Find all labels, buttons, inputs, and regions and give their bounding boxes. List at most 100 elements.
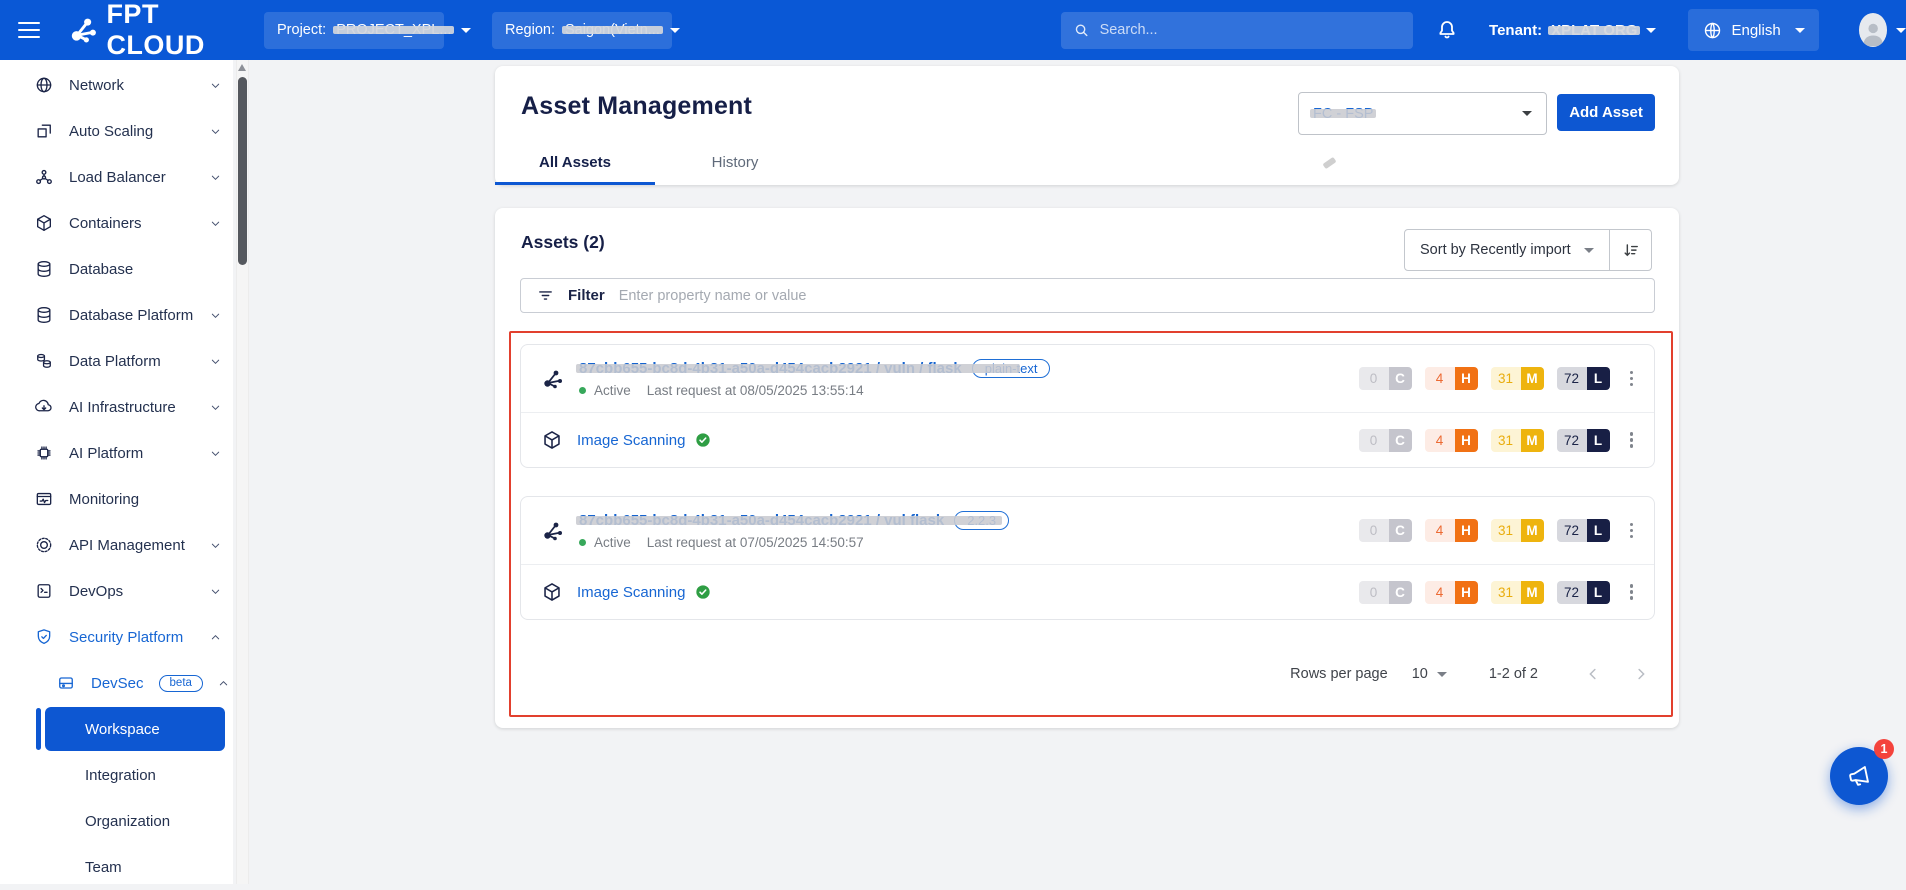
high-severity-chip: 4H xyxy=(1425,519,1478,542)
chevron-down-icon xyxy=(1437,672,1447,677)
megaphone-icon xyxy=(1845,762,1873,790)
rows-per-page-select[interactable]: 10 xyxy=(1412,666,1447,682)
sort-control: Sort by Recently import xyxy=(1404,229,1652,271)
sidebar-item-database[interactable]: Database xyxy=(0,246,233,292)
sidebar-item-data-platform[interactable]: Data Platform xyxy=(0,338,233,384)
chevron-down-icon xyxy=(1646,28,1656,33)
notification-bell-icon[interactable] xyxy=(1435,18,1459,42)
asset-group: 87cbb655-bc8d-4b31-a50a-d454cacb2921 / v… xyxy=(520,344,1655,468)
scrollbar-up-arrow[interactable] xyxy=(238,64,246,71)
language-label: English xyxy=(1731,22,1780,39)
tab-all-assets[interactable]: All Assets xyxy=(495,140,655,185)
scope-select[interactable]: FC - FSP xyxy=(1298,92,1547,135)
search-input[interactable] xyxy=(1100,22,1401,38)
molecule-logo-icon xyxy=(68,11,99,49)
last-request-label: Last request at 08/05/2025 13:55:14 xyxy=(647,383,864,398)
severity-chips: 0C 4H 31M 72L xyxy=(1359,429,1610,452)
sidebar-item-monitoring[interactable]: Monitoring xyxy=(0,476,233,522)
sidebar-item-api-management[interactable]: API Management xyxy=(0,522,233,568)
severity-chips: 0C 4H 31M 72L xyxy=(1359,367,1610,390)
sort-direction-button[interactable] xyxy=(1609,230,1651,270)
check-circle-icon xyxy=(695,584,711,600)
sort-by-select[interactable]: Sort by Recently import xyxy=(1405,230,1609,270)
devops-icon xyxy=(34,581,54,601)
image-scanning-link[interactable]: Image Scanning xyxy=(577,584,685,601)
asset-molecule-icon xyxy=(541,367,565,391)
ai-platform-icon xyxy=(34,443,54,463)
medium-severity-chip: 31M xyxy=(1491,429,1544,452)
sidebar-item-security-platform[interactable]: Security Platform xyxy=(0,614,233,660)
filter-bar[interactable]: Filter xyxy=(520,278,1655,313)
asset-title-link[interactable]: 87cbb655-bc8d-4b31-a50a-d454cacb2921 / v… xyxy=(579,512,944,529)
medium-severity-chip: 31M xyxy=(1491,367,1544,390)
chevron-up-icon xyxy=(218,678,229,689)
project-prefix: Project: xyxy=(277,22,326,38)
language-selector[interactable]: English xyxy=(1688,9,1818,51)
globe-icon xyxy=(1702,20,1723,41)
kebab-menu-icon[interactable] xyxy=(1627,519,1637,543)
sidebar-item-ai-platform[interactable]: AI Platform xyxy=(0,430,233,476)
asset-row: 87cbb655-bc8d-4b31-a50a-d454cacb2921 / v… xyxy=(521,497,1654,565)
monitoring-icon xyxy=(34,489,54,509)
hamburger-menu-icon[interactable] xyxy=(18,22,40,39)
search-icon xyxy=(1073,21,1090,39)
kebab-menu-icon[interactable] xyxy=(1627,580,1637,604)
sidebar-item-devops[interactable]: DevOps xyxy=(0,568,233,614)
ai-infrastructure-icon xyxy=(34,397,54,417)
kebab-menu-icon[interactable] xyxy=(1627,367,1637,391)
asset-molecule-icon xyxy=(541,519,565,543)
chevron-down-icon xyxy=(1584,248,1594,253)
cube-icon xyxy=(541,581,563,603)
medium-severity-chip: 31M xyxy=(1491,581,1544,604)
asset-title-link[interactable]: 87cbb655-bc8d-4b31-a50a-d454cacb2921 / v… xyxy=(579,360,962,377)
region-selector[interactable]: Region: Saigon(Vietn... xyxy=(492,12,672,49)
sidebar-subitem-workspace[interactable]: Workspace xyxy=(45,707,225,751)
project-value: PROJECT_XPL... xyxy=(336,22,451,38)
sidebar-scrollbar-thumb[interactable] xyxy=(238,77,247,265)
global-search[interactable] xyxy=(1061,12,1413,49)
sidebar-item-auto-scaling[interactable]: Auto Scaling xyxy=(0,108,233,154)
high-severity-chip: 4H xyxy=(1425,429,1478,452)
tenant-selector[interactable]: Tenant: XPLAT ORG xyxy=(1489,22,1656,39)
avatar[interactable] xyxy=(1859,13,1887,47)
sidebar-subitem-team[interactable]: Team xyxy=(0,844,233,890)
image-scanning-link[interactable]: Image Scanning xyxy=(577,432,685,449)
sidebar-item-network[interactable]: Network xyxy=(0,62,233,108)
image-scanning-row: Image Scanning 0C 4H 31M 72L xyxy=(521,565,1654,619)
chevron-down-icon xyxy=(210,540,221,551)
add-asset-button[interactable]: Add Asset xyxy=(1557,94,1655,131)
chevron-up-icon xyxy=(210,632,221,643)
sidebar-subitem-organization[interactable]: Organization xyxy=(0,798,233,844)
chevron-down-icon xyxy=(1522,111,1532,116)
next-page-button[interactable] xyxy=(1632,665,1650,683)
project-selector[interactable]: Project: PROJECT_XPL... xyxy=(264,12,444,49)
tab-history[interactable]: History xyxy=(655,140,815,185)
previous-page-button[interactable] xyxy=(1584,665,1602,683)
filter-input[interactable] xyxy=(619,288,1638,304)
status-dot xyxy=(579,387,586,394)
sidebar-item-devsec[interactable]: DevSec beta xyxy=(0,660,233,706)
page-title: Asset Management xyxy=(521,92,752,121)
avatar-menu-chevron-icon[interactable] xyxy=(1896,28,1906,33)
sidebar-subitem-integration[interactable]: Integration xyxy=(0,752,233,798)
severity-chips: 0C 4H 31M 72L xyxy=(1359,519,1610,542)
critical-severity-chip: 0C xyxy=(1359,367,1412,390)
tenant-value: XPLAT ORG xyxy=(1551,22,1637,39)
sidebar-item-database-platform[interactable]: Database Platform xyxy=(0,292,233,338)
kebab-menu-icon[interactable] xyxy=(1627,428,1637,452)
critical-severity-chip: 0C xyxy=(1359,581,1412,604)
status-label: Active xyxy=(594,383,631,398)
sidebar-item-containers[interactable]: Containers xyxy=(0,200,233,246)
chevron-down-icon xyxy=(210,310,221,321)
chevron-down-icon xyxy=(210,218,221,229)
asset-row: 87cbb655-bc8d-4b31-a50a-d454cacb2921 / v… xyxy=(521,345,1654,413)
chevron-down-icon xyxy=(670,28,680,33)
pagination: Rows per page 10 1-2 of 2 xyxy=(1290,654,1650,694)
region-prefix: Region: xyxy=(505,22,555,38)
chevron-down-icon xyxy=(210,402,221,413)
low-severity-chip: 72L xyxy=(1557,429,1610,452)
cube-icon xyxy=(541,429,563,451)
sidebar-item-ai-infrastructure[interactable]: AI Infrastructure xyxy=(0,384,233,430)
data-platform-icon xyxy=(34,351,54,371)
sidebar-item-load-balancer[interactable]: Load Balancer xyxy=(0,154,233,200)
